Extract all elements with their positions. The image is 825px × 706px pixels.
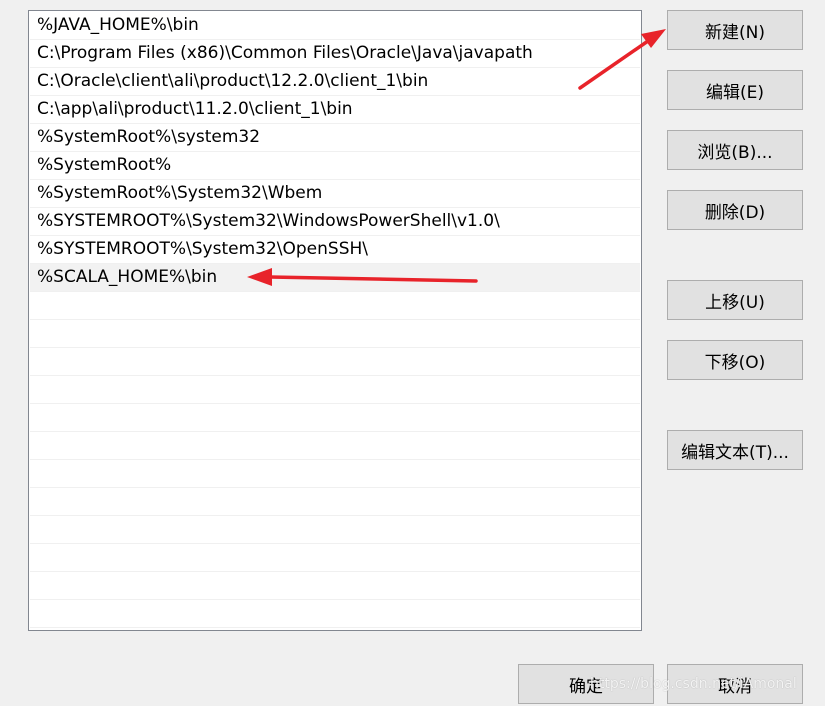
watermark-text: https://blog.csdn.net/iAmonal [590, 676, 797, 692]
empty-list-row[interactable] [30, 432, 640, 460]
path-entry-row[interactable]: %SystemRoot%\system32 [30, 124, 640, 152]
empty-list-row[interactable] [30, 348, 640, 376]
path-entry-row[interactable]: %SystemRoot% [30, 152, 640, 180]
empty-list-row[interactable] [30, 572, 640, 600]
path-entry-row[interactable]: %SYSTEMROOT%\System32\OpenSSH\ [30, 236, 640, 264]
empty-list-row[interactable] [30, 460, 640, 488]
empty-list-row[interactable] [30, 404, 640, 432]
path-entry-row[interactable]: C:\Program Files (x86)\Common Files\Orac… [30, 40, 640, 68]
empty-list-row[interactable] [30, 292, 640, 320]
path-entries-list[interactable]: %JAVA_HOME%\bin C:\Program Files (x86)\Co… [28, 10, 642, 631]
move-down-button[interactable]: 下移(O) [667, 340, 803, 380]
browse-button[interactable]: 浏览(B)... [667, 130, 803, 170]
path-entry-row[interactable]: %JAVA_HOME%\bin [30, 12, 640, 40]
empty-list-row[interactable] [30, 544, 640, 572]
empty-list-row[interactable] [30, 488, 640, 516]
arrow-head [641, 29, 666, 48]
path-entry-row[interactable]: C:\Oracle\client\ali\product\12.2.0\clie… [30, 68, 640, 96]
edit-environment-variable-dialog: %JAVA_HOME%\bin C:\Program Files (x86)\Co… [0, 0, 825, 706]
new-button[interactable]: 新建(N) [667, 10, 803, 50]
path-entry-row[interactable]: %SYSTEMROOT%\System32\WindowsPowerShell\… [30, 208, 640, 236]
path-entry-row[interactable]: C:\app\ali\product\11.2.0\client_1\bin [30, 96, 640, 124]
edit-button[interactable]: 编辑(E) [667, 70, 803, 110]
path-entry-row[interactable]: %SCALA_HOME%\bin [30, 264, 640, 292]
edit-text-button[interactable]: 编辑文本(T)... [667, 430, 803, 470]
move-up-button[interactable]: 上移(U) [667, 280, 803, 320]
empty-list-row[interactable] [30, 516, 640, 544]
empty-list-row[interactable] [30, 376, 640, 404]
empty-list-row[interactable] [30, 320, 640, 348]
path-entry-row[interactable]: %SystemRoot%\System32\Wbem [30, 180, 640, 208]
delete-button[interactable]: 删除(D) [667, 190, 803, 230]
empty-list-row[interactable] [30, 600, 640, 628]
